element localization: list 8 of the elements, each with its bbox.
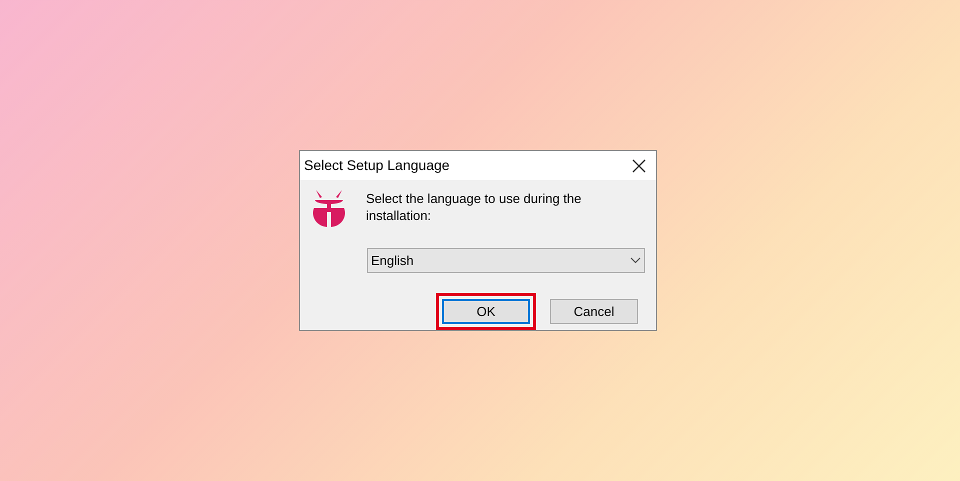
window-title: Select Setup Language xyxy=(304,156,450,176)
dialog-button[interactable]: Cancel xyxy=(550,299,638,324)
chevron-down-icon xyxy=(630,257,641,264)
prompt-text: Select the language to use during the installation: xyxy=(366,190,582,226)
dialog-button[interactable]: OK xyxy=(442,299,530,324)
close-icon[interactable] xyxy=(632,158,646,173)
language-dropdown[interactable]: English xyxy=(367,248,645,273)
bug-logo-icon xyxy=(312,189,346,228)
